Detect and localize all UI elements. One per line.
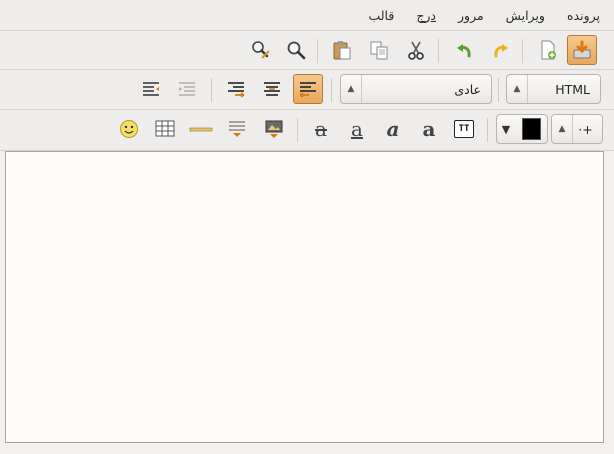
document-format-value: HTML: [555, 81, 590, 97]
copy-button[interactable]: [364, 35, 394, 65]
italic-button[interactable]: a: [378, 114, 408, 144]
bold-icon: a: [422, 117, 436, 141]
main-toolbar: [0, 31, 614, 70]
cut-button[interactable]: [401, 35, 431, 65]
undo-icon: [457, 44, 471, 58]
teletype-button[interactable]: TT: [449, 114, 479, 144]
insert-image-icon: [265, 120, 283, 138]
find-replace-icon: [252, 41, 270, 59]
paragraph-style-select[interactable]: ▲ عادی: [340, 74, 492, 104]
find-button[interactable]: [281, 35, 311, 65]
cut-icon: [408, 41, 424, 60]
menu-view[interactable]: مرور: [458, 8, 484, 23]
find-icon: [287, 41, 306, 60]
redo-icon: [494, 44, 508, 58]
paste-icon: [333, 41, 351, 60]
menu-insert[interactable]: درج: [416, 8, 436, 23]
align-left-button[interactable]: [293, 74, 323, 104]
align-left-icon: [299, 82, 316, 98]
font-size-value: ·+: [578, 121, 593, 137]
insert-link-icon: [229, 121, 245, 137]
outdent-button[interactable]: [172, 74, 202, 104]
strikethrough-button[interactable]: a: [306, 114, 336, 144]
menu-file[interactable]: پرونده: [567, 8, 600, 23]
chevron-down-icon: ▼: [501, 122, 511, 136]
editor-text-area[interactable]: [5, 151, 604, 443]
menu-edit[interactable]: ویرایش: [506, 8, 545, 23]
paste-button[interactable]: [327, 35, 357, 65]
horizontal-rule-button[interactable]: [186, 114, 216, 144]
find-replace-button[interactable]: [246, 35, 276, 65]
new-document-icon: [541, 40, 556, 60]
insert-smiley-button[interactable]: [114, 114, 144, 144]
menu-format[interactable]: قالب: [368, 8, 394, 23]
copy-icon: [370, 41, 388, 60]
align-right-icon: [228, 82, 245, 98]
new-document-button[interactable]: [533, 35, 563, 65]
redo-button[interactable]: [486, 35, 516, 65]
horizontal-rule-icon: [189, 127, 213, 132]
align-right-button[interactable]: [221, 74, 251, 104]
document-format-select[interactable]: ▲ HTML: [506, 74, 601, 104]
save-button[interactable]: [567, 35, 597, 65]
style-toolbar: ▲ ·+ ▼ TT a a a a: [0, 110, 614, 151]
select-arrows-icon: ▲: [507, 75, 528, 103]
italic-icon: a: [386, 117, 400, 141]
align-center-icon: [264, 82, 280, 96]
insert-link-button[interactable]: [222, 114, 252, 144]
insert-image-button[interactable]: [259, 114, 289, 144]
font-size-select[interactable]: ▲ ·+: [551, 114, 603, 144]
indent-button[interactable]: [136, 74, 166, 104]
strikethrough-icon: a: [315, 117, 327, 141]
outdent-icon: [179, 82, 195, 96]
teletype-icon: TT: [454, 120, 474, 138]
underline-icon: a: [351, 117, 363, 141]
bold-button[interactable]: a: [414, 114, 444, 144]
table-icon: [155, 120, 175, 137]
undo-button[interactable]: [449, 35, 479, 65]
indent-icon: [143, 82, 159, 96]
text-color-picker[interactable]: ▼: [496, 114, 548, 144]
select-arrows-icon: ▲: [341, 75, 362, 103]
menubar: پرونده ویرایش مرور درج قالب: [0, 0, 614, 31]
format-toolbar: ▲ HTML ▲ عادی: [0, 70, 614, 110]
smiley-icon: [120, 120, 138, 138]
insert-table-button[interactable]: [150, 114, 180, 144]
align-center-button[interactable]: [257, 74, 287, 104]
select-arrows-icon: ▲: [552, 115, 573, 143]
paragraph-style-value: عادی: [454, 81, 481, 97]
underline-button[interactable]: a: [342, 114, 372, 144]
save-icon: [573, 40, 591, 59]
text-color-swatch: [522, 118, 541, 140]
